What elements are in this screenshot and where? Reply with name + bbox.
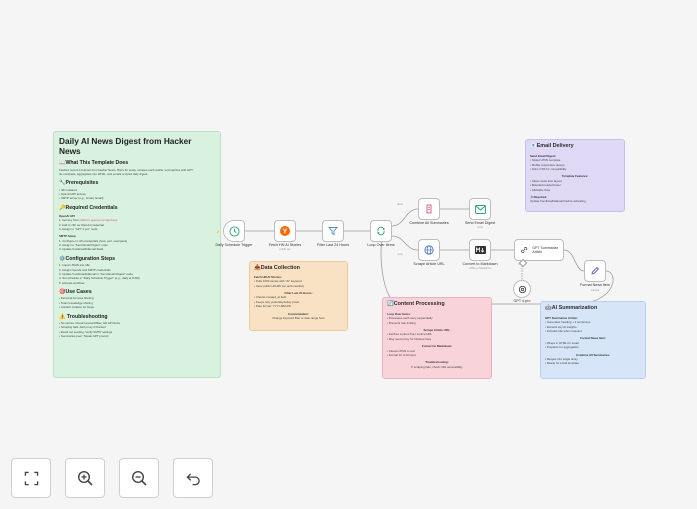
sticky-note-overview[interactable]: Daily AI News Digest from Hacker News 📖W…	[53, 131, 221, 378]
note-line: • Format for LLM input	[387, 352, 416, 357]
filter-icon	[328, 227, 338, 236]
note-line: • Clickable links	[530, 187, 551, 192]
zoom-out-button[interactable]	[119, 458, 159, 498]
node-scrape-article-url[interactable]	[418, 239, 440, 261]
node-label: Send Email Digest	[464, 221, 496, 225]
node-send-email-digest[interactable]	[469, 198, 491, 220]
sticky-note-content-processing[interactable]: 🔄Content Processing Loop Over Items: • P…	[382, 297, 492, 379]
clock-icon	[228, 225, 240, 237]
node-label: Format News Item	[579, 283, 611, 287]
note-title: 📧Email Delivery	[530, 143, 574, 149]
trigger-bolt-icon: ⚡	[216, 230, 220, 234]
node-daily-schedule-trigger[interactable]	[223, 220, 245, 242]
note-line: Change keyword filter or date range here	[272, 315, 325, 320]
zoom-out-icon	[131, 470, 147, 486]
note-title: 📥Data Collection	[254, 265, 300, 271]
svg-text:Y: Y	[283, 229, 288, 236]
node-gpt-summarize-article[interactable]: GPT Summarize Article	[514, 239, 564, 261]
edge-summarize-format	[563, 249, 585, 272]
sticky-note-ai-summarization[interactable]: 🤖AI Summarization GPT Summarize Article:…	[540, 301, 646, 379]
section-heading: 📖What This Template Does	[59, 160, 129, 166]
node-sublabel: manual	[590, 289, 600, 292]
workflow-canvas[interactable]: Daily AI News Digest from Hacker News 📖W…	[0, 0, 697, 509]
node-gpt-4-pro[interactable]	[513, 280, 531, 298]
undo-icon	[185, 472, 200, 485]
fit-view-button[interactable]	[11, 458, 51, 498]
node-label: Fetch HN AI Stories	[268, 243, 302, 247]
section-heading: ⚙️Configuration Steps	[59, 255, 116, 262]
node-loop-over-items[interactable]	[370, 220, 392, 242]
note-line: 3. Update fromEmail/toEmail fields	[59, 247, 104, 252]
node-label: Convert to Markdown	[462, 262, 498, 266]
note-line: • May need proxy for blocked sites	[387, 336, 432, 341]
aggregate-icon	[426, 204, 432, 214]
node-sublabel: HTML to Markdown	[468, 267, 492, 270]
node-label: Scrape Article URL	[413, 262, 445, 266]
zoom-in-icon	[77, 470, 93, 486]
node-sublabel: public api	[279, 248, 291, 251]
fit-view-icon	[24, 471, 38, 485]
node-label: Combine All Summaries	[409, 221, 449, 225]
node-label: Loop Over Items	[367, 243, 395, 247]
node-label: Daily Schedule Trigger	[215, 243, 253, 247]
note-title: 🔄Content Processing	[387, 301, 445, 307]
note-line: • Uses public HN API (no auth needed)	[254, 283, 304, 288]
note-line: • SMTP server (e.g., Gmail, Gmail)	[59, 196, 104, 201]
node-combine-all-summaries[interactable]	[418, 198, 440, 220]
note-line: • Prevents rate limiting	[387, 320, 416, 325]
note-line: • Includes title when relevant	[545, 329, 582, 334]
note-line: • Inline CSS for compatibility	[530, 167, 567, 172]
section-heading: ⚠️ Troubleshooting	[59, 313, 108, 320]
email-icon	[474, 204, 486, 214]
node-label: Filter Last 24 Hours	[316, 243, 350, 247]
edge-loop-scrape	[391, 235, 419, 251]
note-line: • Summaries poor: Tweak GPT prompt	[59, 334, 109, 339]
note-line: • Prepares for aggregation	[545, 345, 579, 350]
section-heading: 🔧Prerequisites	[59, 180, 99, 187]
pencil-icon	[591, 266, 600, 275]
hacker-news-icon: Y	[280, 226, 290, 236]
section-heading: 🎯Use Cases	[59, 288, 92, 295]
node-label: GPT Summarize Article	[532, 245, 559, 254]
sticky-note-data-collection[interactable]: 📥Data Collection Fetch HN AI Stories: • …	[249, 261, 348, 331]
note-title: 🤖AI Summarization	[545, 305, 598, 311]
note-line: • Content curation for blogs	[59, 305, 94, 310]
link-chain-icon	[521, 246, 528, 254]
node-format-news-item[interactable]	[584, 260, 606, 282]
loop-icon	[377, 226, 385, 236]
loop-done-label: done	[397, 203, 403, 206]
sticky-note-email-delivery[interactable]: 📧Email Delivery Send Email Digest: • Sty…	[525, 139, 625, 212]
note-line: 3. Assign to "GPT 4.pro" node	[59, 226, 98, 231]
node-convert-to-markdown[interactable]	[469, 239, 491, 261]
openai-link[interactable]: platform.openai.com/api-keys	[80, 218, 118, 222]
openai-icon	[518, 285, 526, 293]
node-sublabel: send	[477, 226, 483, 229]
note-title: Daily AI News Digest from Hacker News	[59, 136, 192, 156]
note-line: If scraping fails, check URL accessibili…	[411, 364, 463, 369]
undo-button[interactable]	[173, 458, 213, 498]
edge-format-loop	[380, 235, 614, 305]
section-heading: 🔑Required Credentials	[59, 204, 118, 211]
globe-icon	[424, 245, 434, 255]
markdown-icon	[474, 246, 486, 254]
note-line: Update fromEmail/toEmail before activati…	[530, 199, 586, 204]
note-line: • Date format: YYYY-MM-DD	[254, 304, 291, 309]
note-line: 5. Activate workflow	[59, 280, 85, 285]
note-line: 4o-mini/pass, aggregates into HTML, and …	[59, 171, 149, 176]
node-filter-last-24-hours[interactable]	[322, 220, 344, 242]
node-label: GPT 4.pro	[513, 299, 531, 303]
loop-item-label: loop	[397, 253, 403, 256]
zoom-in-button[interactable]	[65, 458, 105, 498]
node-fetch-hn-ai-stories[interactable]: Y	[274, 220, 296, 242]
note-line: • Ready for email template	[545, 361, 579, 366]
